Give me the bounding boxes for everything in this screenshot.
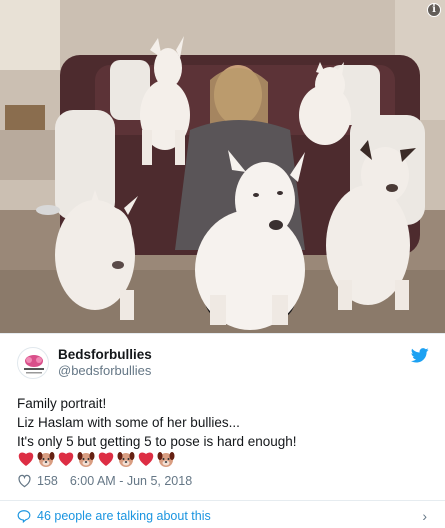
- talking-about-link[interactable]: 46 people are talking about this: [17, 509, 211, 523]
- tweet-author[interactable]: Bedsforbullies @bedsforbullies: [17, 346, 152, 380]
- red-heart-icon: [98, 452, 114, 466]
- display-name[interactable]: Bedsforbullies: [58, 347, 152, 363]
- dog-face-icon: [37, 452, 55, 467]
- tweet-meta: 158 6:00 AM - Jun 5, 2018: [17, 474, 192, 488]
- speech-bubble-icon: [17, 510, 31, 523]
- dog-face-icon: [157, 452, 175, 467]
- red-heart-icon: [18, 452, 34, 466]
- like-heart-icon[interactable]: [17, 474, 32, 488]
- tweet-text: Family portrait! Liz Haslam with some of…: [17, 394, 431, 451]
- like-count[interactable]: 158: [37, 474, 58, 488]
- emoji-row: [17, 450, 175, 468]
- tweet-card: Bedsforbullies @bedsforbullies Family po…: [0, 333, 445, 528]
- tweet-text-line: Liz Haslam with some of her bullies...: [17, 415, 240, 430]
- talking-about-text[interactable]: 46 people are talking about this: [37, 509, 211, 523]
- divider: [0, 500, 445, 501]
- info-icon[interactable]: i: [427, 3, 441, 17]
- dog-face-icon: [77, 452, 95, 467]
- family-portrait-image: [0, 0, 445, 333]
- twitter-bird-icon[interactable]: [411, 348, 429, 363]
- tweet-text-line: It's only 5 but getting 5 to pose is har…: [17, 434, 297, 449]
- timestamp[interactable]: 6:00 AM - Jun 5, 2018: [70, 474, 192, 488]
- red-heart-icon: [138, 452, 154, 466]
- dog-face-icon: [117, 452, 135, 467]
- tweet-text-line: Family portrait!: [17, 396, 107, 411]
- tweet-photo[interactable]: i: [0, 0, 445, 333]
- avatar[interactable]: [17, 347, 49, 379]
- chevron-right-icon[interactable]: ›: [422, 508, 427, 524]
- user-handle[interactable]: @bedsforbullies: [58, 363, 152, 379]
- red-heart-icon: [58, 452, 74, 466]
